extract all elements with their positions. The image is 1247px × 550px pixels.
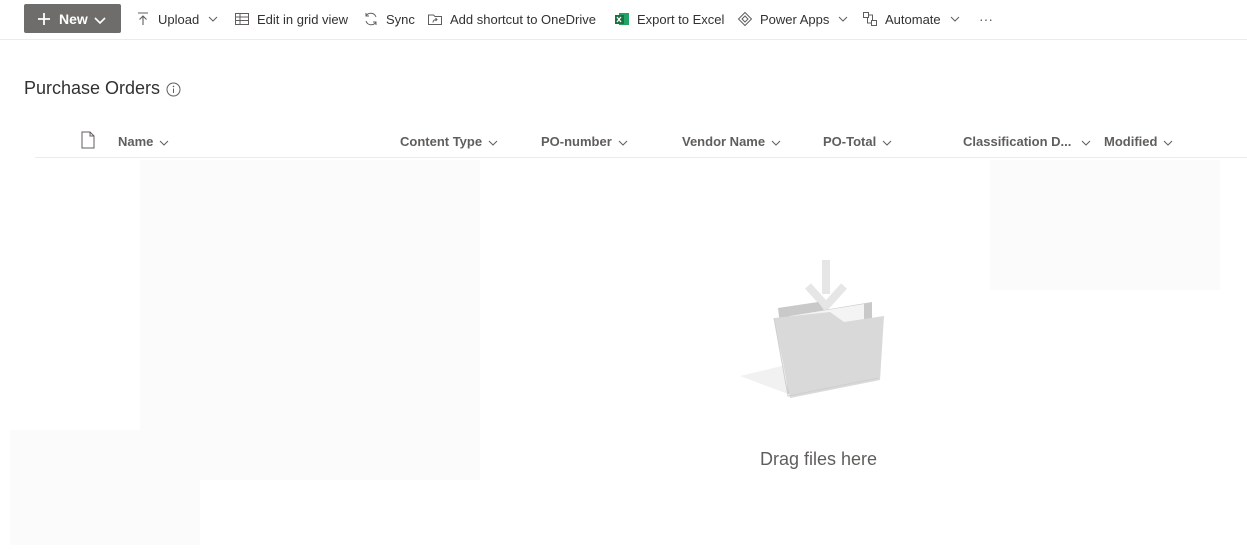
grid-icon <box>234 11 250 27</box>
add-shortcut-label: Add shortcut to OneDrive <box>450 11 596 27</box>
chevron-down-icon <box>771 136 781 146</box>
more-icon: ··· <box>979 11 993 27</box>
chevron-down-icon <box>1081 136 1091 146</box>
chevron-down-icon <box>159 136 169 146</box>
chevron-down-icon <box>950 14 960 24</box>
column-header-label: Content Type <box>400 133 483 149</box>
column-header-label: Vendor Name <box>682 133 766 149</box>
upload-label: Upload <box>158 11 200 27</box>
column-header-po-total[interactable]: PO-Total <box>823 131 892 151</box>
automate-button[interactable]: Automate <box>862 8 960 30</box>
new-button[interactable]: New <box>24 4 121 33</box>
shortcut-icon <box>427 11 443 27</box>
column-header-modified[interactable]: Modified <box>1104 131 1173 151</box>
column-header-content-type[interactable]: Content Type <box>400 131 498 151</box>
chevron-down-icon <box>618 136 628 146</box>
power-apps-icon <box>737 11 753 27</box>
column-header-label: Classification D... <box>963 133 1072 149</box>
edit-grid-view-label: Edit in grid view <box>257 11 349 27</box>
chevron-down-icon <box>1163 136 1173 146</box>
column-header-classification[interactable]: Classification D... <box>963 131 1091 151</box>
column-header-label: Modified <box>1104 133 1158 149</box>
info-icon[interactable] <box>166 81 181 97</box>
column-header-label: Name <box>118 133 154 149</box>
export-excel-label: Export to Excel <box>637 11 725 27</box>
page-title: Purchase Orders <box>24 78 181 99</box>
sync-icon <box>363 11 379 27</box>
automate-icon <box>862 11 878 27</box>
plus-icon <box>37 12 51 26</box>
empty-folder-illustration <box>738 258 890 400</box>
column-header-vendor-name[interactable]: Vendor Name <box>682 131 781 151</box>
chevron-down-icon <box>94 13 106 25</box>
file-type-icon[interactable] <box>81 131 95 149</box>
chevron-down-icon <box>838 14 848 24</box>
export-excel-button[interactable]: Export to Excel <box>614 8 724 30</box>
column-header-row: Name Content Type PO-number Vendor Name … <box>35 124 1247 158</box>
new-button-label: New <box>59 10 88 27</box>
power-apps-button[interactable]: Power Apps <box>737 8 848 30</box>
empty-state-message: Drag files here <box>760 449 878 469</box>
background-ghost <box>10 430 200 545</box>
add-shortcut-button[interactable]: Add shortcut to OneDrive <box>427 8 596 30</box>
more-options-button[interactable]: ··· <box>979 8 993 30</box>
edit-grid-view-button[interactable]: Edit in grid view <box>234 8 348 30</box>
sync-label: Sync <box>386 11 415 27</box>
background-ghost <box>990 160 1220 290</box>
column-header-label: PO-Total <box>823 133 877 149</box>
sync-button[interactable]: Sync <box>363 8 415 30</box>
power-apps-label: Power Apps <box>760 11 830 27</box>
upload-icon <box>135 11 151 27</box>
automate-label: Automate <box>885 11 941 27</box>
library-title: Purchase Orders <box>24 78 161 98</box>
column-header-label: PO-number <box>541 133 612 149</box>
column-header-po-number[interactable]: PO-number <box>541 131 628 151</box>
chevron-down-icon <box>488 136 498 146</box>
chevron-down-icon <box>882 136 892 146</box>
chevron-down-icon <box>208 14 218 24</box>
upload-button[interactable]: Upload <box>135 8 218 30</box>
excel-icon <box>614 11 630 27</box>
column-header-name[interactable]: Name <box>118 131 169 151</box>
command-bar: New Upload Edit in grid view Sync Add sh… <box>0 0 1247 40</box>
